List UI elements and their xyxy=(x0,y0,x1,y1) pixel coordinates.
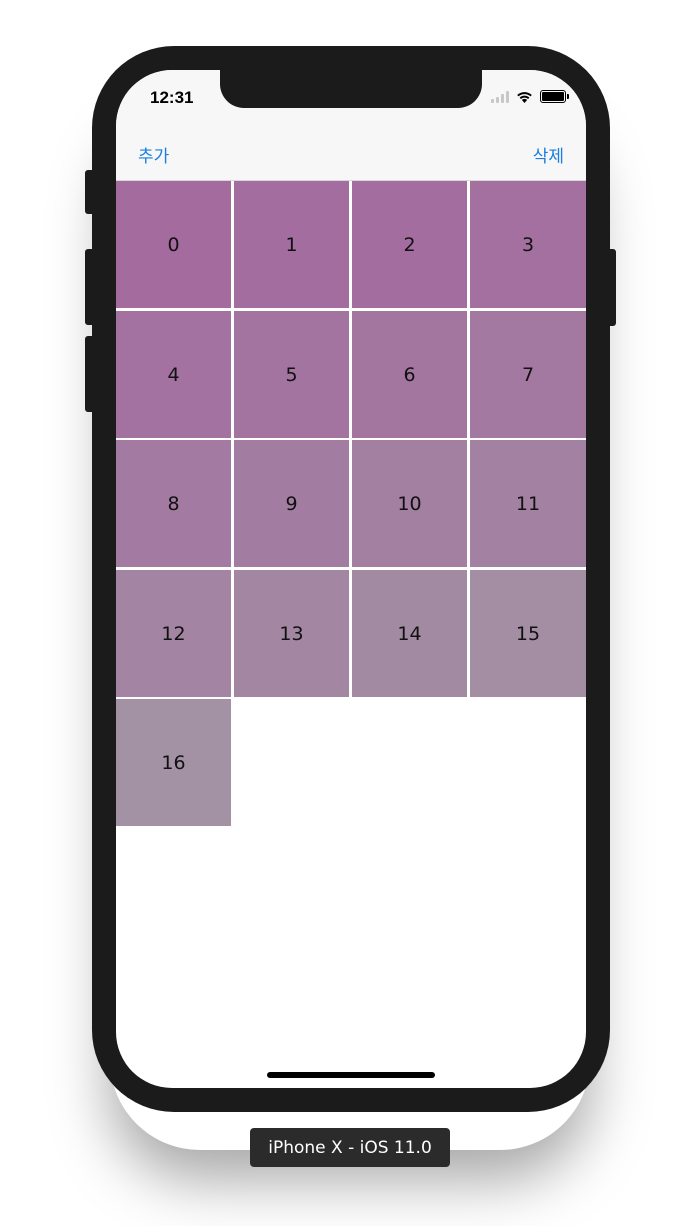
cellular-signal-icon xyxy=(491,90,509,103)
notch xyxy=(220,70,482,108)
collection-cell[interactable]: 2 xyxy=(352,181,467,308)
delete-button[interactable]: 삭제 xyxy=(533,142,564,167)
home-indicator[interactable] xyxy=(267,1072,435,1078)
collection-cell[interactable]: 4 xyxy=(116,311,231,438)
screen: 12:31 추가 삭제 0 1 2 3 4 5 6 7 8 9 10 11 12 13 14 15 16 xyxy=(116,70,586,1088)
collection-cell[interactable]: 15 xyxy=(470,570,586,697)
status-time: 12:31 xyxy=(150,88,194,107)
collection-cell[interactable]: 12 xyxy=(116,570,231,697)
collection-cell[interactable]: 7 xyxy=(470,311,586,438)
collection-cell[interactable]: 8 xyxy=(116,440,231,567)
collection-cell[interactable]: 14 xyxy=(352,570,467,697)
collection-cell[interactable]: 11 xyxy=(470,440,586,567)
collection-cell[interactable]: 0 xyxy=(116,181,231,308)
collection-cell[interactable]: 6 xyxy=(352,311,467,438)
collection-cell[interactable]: 1 xyxy=(234,181,349,308)
battery-icon xyxy=(540,90,569,103)
collection-cell[interactable]: 10 xyxy=(352,440,467,567)
wifi-icon xyxy=(517,91,532,103)
collection-cell[interactable]: 9 xyxy=(234,440,349,567)
collection-cell[interactable]: 13 xyxy=(234,570,349,697)
navigation-bar: 추가 삭제 xyxy=(116,128,586,181)
collection-cell[interactable]: 5 xyxy=(234,311,349,438)
collection-cell[interactable]: 3 xyxy=(470,181,586,308)
collection-cell[interactable]: 16 xyxy=(116,699,231,826)
status-icons xyxy=(491,90,569,103)
add-button[interactable]: 추가 xyxy=(138,142,169,167)
device-label: iPhone X - iOS 11.0 xyxy=(250,1128,450,1167)
